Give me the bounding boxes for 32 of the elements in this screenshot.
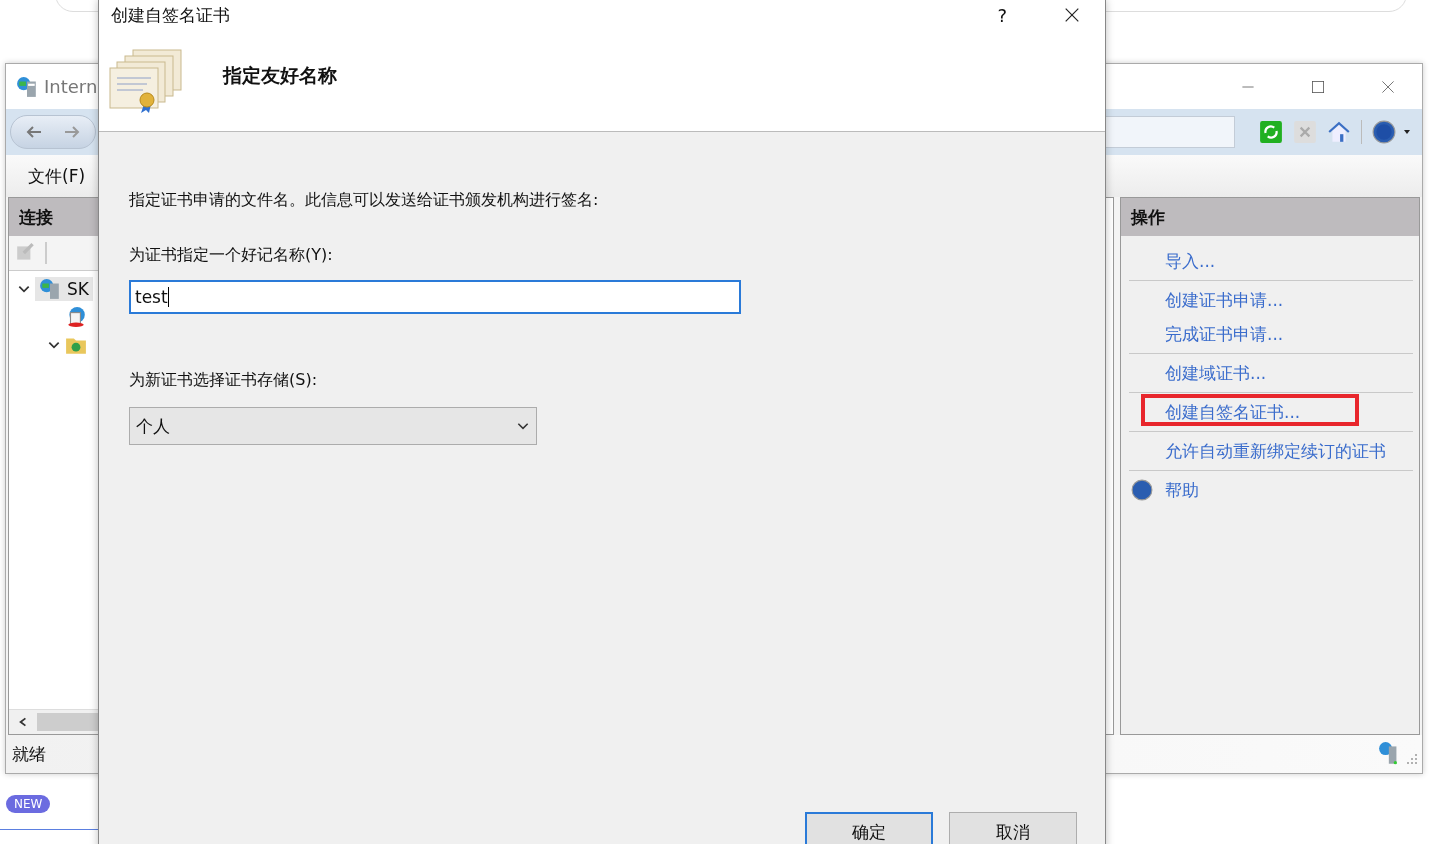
panel-header: 操作 [1121, 198, 1419, 236]
action-link[interactable]: 完成证书申请... [1165, 322, 1284, 346]
tree-node[interactable]: SK [35, 277, 93, 301]
dialog-title: 创建自签名证书 [111, 3, 230, 27]
name-input-field[interactable]: test [129, 280, 741, 314]
window-title: Intern [44, 76, 98, 97]
store-label: 为新证书选择证书存储(S): [129, 370, 319, 391]
name-label: 为证书指定一个好记名称(Y): [129, 245, 334, 266]
maximize-icon[interactable] [1310, 78, 1326, 95]
page-heading: 指定友好名称 [223, 62, 337, 88]
back-forward-buttons[interactable] [10, 115, 96, 149]
certificates-icon [109, 47, 185, 114]
new-badge: NEW [6, 795, 51, 813]
close-icon[interactable] [1063, 6, 1081, 24]
resize-grip-icon[interactable] [1406, 753, 1418, 765]
refresh-icon[interactable] [1259, 120, 1283, 144]
dialog-button[interactable]: 取消 [949, 812, 1077, 844]
action-link[interactable]: 帮助 [1165, 478, 1199, 502]
menu-item[interactable]: 文件(F) [22, 164, 92, 188]
action-link[interactable]: 创建自签名证书... [1165, 400, 1301, 424]
dialog-button[interactable]: 确定 [805, 812, 933, 844]
app-pool-icon[interactable] [65, 306, 87, 328]
status-text: 就绪 [12, 742, 46, 766]
action-link[interactable]: 导入... [1165, 249, 1216, 273]
home-icon[interactable] [1327, 120, 1351, 144]
action-link[interactable]: 创建证书申请... [1165, 288, 1284, 312]
server-globe-icon [16, 75, 38, 98]
help-button[interactable]: ? [997, 4, 1007, 26]
action-link[interactable]: 允许自动重新绑定续订的证书 [1165, 439, 1386, 463]
server-globe-icon [39, 278, 61, 300]
action-link[interactable]: 创建域证书... [1165, 361, 1267, 385]
store-select[interactable]: 个人 [129, 407, 537, 445]
